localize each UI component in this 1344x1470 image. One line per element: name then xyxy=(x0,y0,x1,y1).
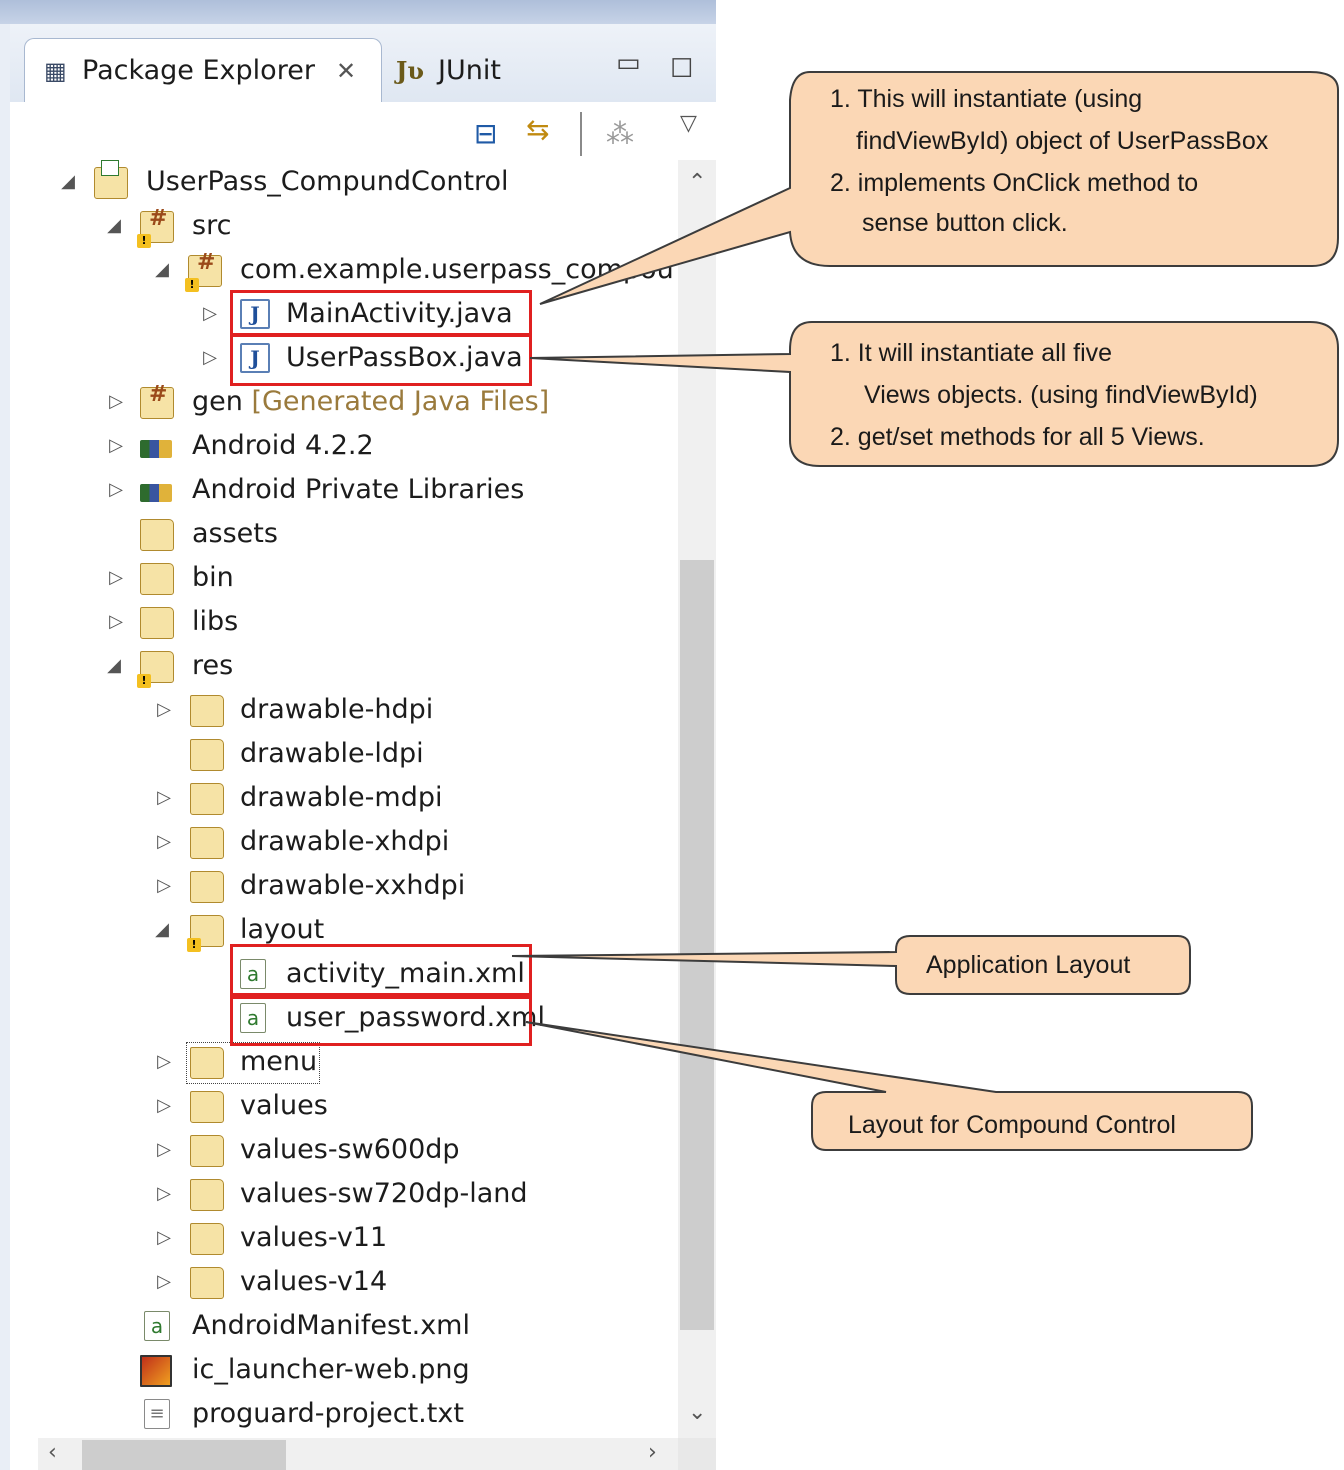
callout-main-activity-line1: 1. This will instantiate (using xyxy=(830,85,1143,113)
callout-userpassbox-line2: Views objects. (using findViewById) xyxy=(864,381,1258,409)
callout-compound-layout-text: Layout for Compound Control xyxy=(848,1111,1176,1139)
callout-userpassbox-line3: 2. get/set methods for all 5 Views. xyxy=(830,423,1205,451)
callout-main-activity-line4: sense button click. xyxy=(862,209,1068,237)
callout-main-activity-line3: 2. implements OnClick method to xyxy=(830,169,1199,197)
callout-userpassbox-line1: 1. It will instantiate all five xyxy=(830,339,1113,367)
callout-layer xyxy=(511,71,1339,1151)
callout-main-activity-line2: findViewById) object of UserPassBox xyxy=(856,127,1269,155)
callout-app-layout-text: Application Layout xyxy=(926,951,1131,979)
